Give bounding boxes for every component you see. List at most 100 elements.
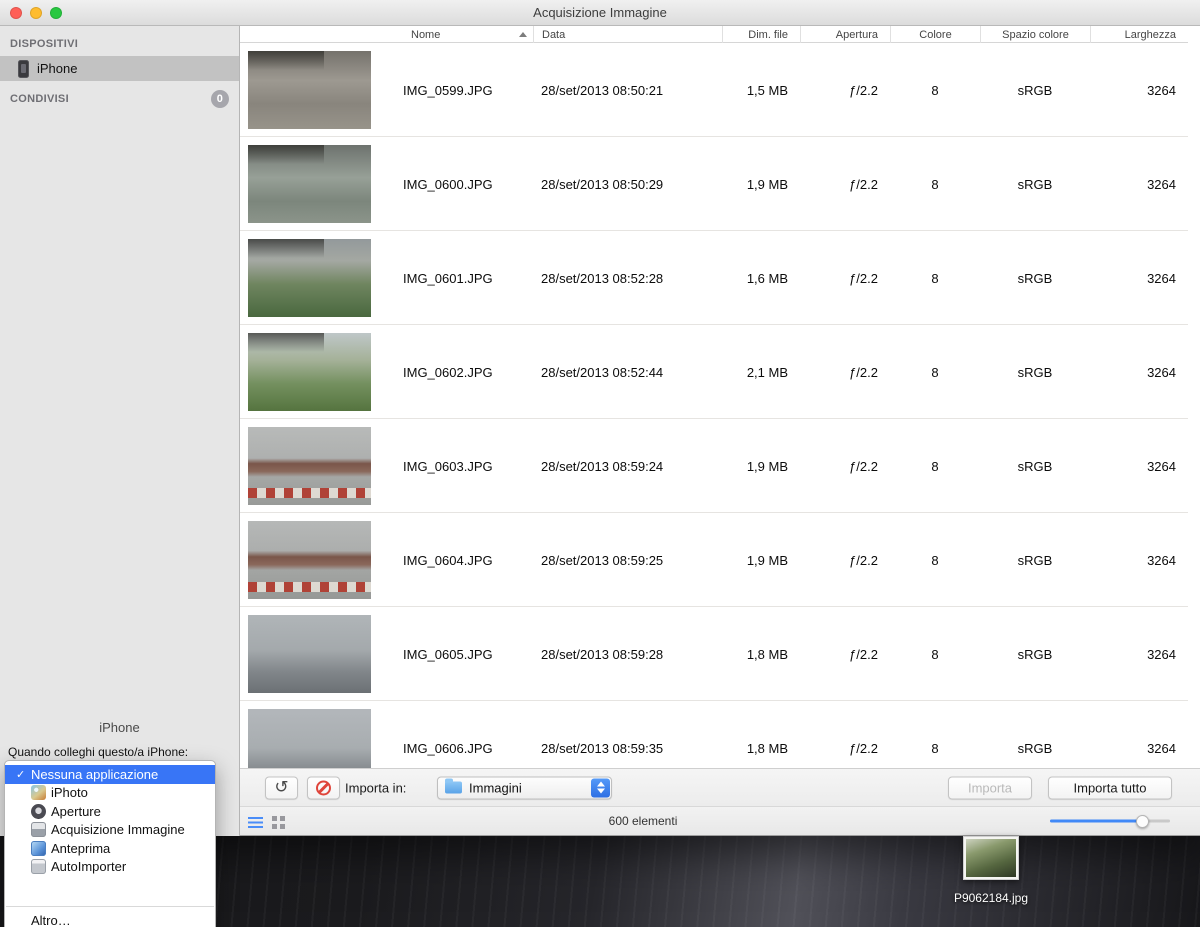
column-header-apertura[interactable]: Apertura	[800, 26, 890, 43]
thumbnail-size-slider[interactable]	[1050, 820, 1170, 823]
cell-aperture: ƒ/2.2	[800, 741, 890, 756]
devices-section-header: DISPOSITIVI	[0, 26, 239, 56]
import-button[interactable]: Importa	[948, 776, 1032, 799]
photo-thumbnail[interactable]	[248, 145, 371, 223]
thumbnail-cell	[240, 231, 403, 325]
cell-name: IMG_0604.JPG	[403, 553, 533, 568]
thumbnail-cell	[240, 43, 403, 137]
cell-size: 1,9 MB	[722, 459, 800, 474]
connect-action-label: Quando colleghi questo/a iPhone:	[0, 745, 239, 759]
cell-aperture: ƒ/2.2	[800, 459, 890, 474]
photo-list: IMG_0599.JPG28/set/2013 08:50:211,5 MBƒ/…	[240, 43, 1188, 768]
zoom-button[interactable]	[50, 7, 62, 19]
menu-item-altro[interactable]: Altro…	[5, 911, 215, 927]
table-row[interactable]: IMG_0606.JPG28/set/2013 08:59:351,8 MBƒ/…	[240, 701, 1188, 768]
autoimporter-icon	[31, 859, 46, 874]
iphone-icon	[18, 60, 29, 78]
cell-name: IMG_0603.JPG	[403, 459, 533, 474]
column-header-colore[interactable]: Colore	[890, 26, 980, 43]
cell-space: sRGB	[980, 741, 1090, 756]
column-label: Dim. file	[748, 29, 788, 41]
table-row[interactable]: IMG_0602.JPG28/set/2013 08:52:442,1 MBƒ/…	[240, 325, 1188, 419]
photo-thumbnail[interactable]	[248, 427, 371, 505]
column-header-dim-file[interactable]: Dim. file	[722, 26, 800, 43]
photo-thumbnail[interactable]	[248, 51, 371, 129]
photo-thumbnail[interactable]	[248, 239, 371, 317]
cell-size: 1,8 MB	[722, 741, 800, 756]
menu-item-acquisizione-immagine[interactable]: Acquisizione Immagine	[5, 821, 215, 840]
thumbnail-cell	[240, 137, 403, 231]
destination-label: Immagini	[469, 780, 522, 795]
item-count: 600 elementi	[609, 814, 678, 828]
cell-aperture: ƒ/2.2	[800, 365, 890, 380]
photo-thumbnail[interactable]	[248, 709, 371, 768]
sidebar-item-iphone[interactable]: iPhone	[0, 56, 239, 81]
cell-space: sRGB	[980, 177, 1090, 192]
slider-fill	[1050, 820, 1140, 823]
close-button[interactable]	[10, 7, 22, 19]
delete-button[interactable]	[307, 776, 340, 799]
aperture-icon	[31, 804, 46, 819]
table-row[interactable]: IMG_0601.JPG28/set/2013 08:52:281,6 MBƒ/…	[240, 231, 1188, 325]
photo-thumbnail[interactable]	[248, 615, 371, 693]
menu-item-anteprima[interactable]: Anteprima	[5, 839, 215, 858]
rotate-icon: ↺	[274, 778, 288, 798]
column-header-larghezza[interactable]: Larghezza	[1090, 26, 1188, 43]
column-label: Data	[542, 29, 565, 41]
cell-size: 1,5 MB	[722, 83, 800, 98]
shared-section-header: CONDIVISI 0	[0, 81, 239, 111]
bottom-toolbar: ↺ Importa in: Immagini Importa Importa t…	[240, 768, 1200, 806]
slider-knob[interactable]	[1136, 815, 1149, 828]
grid-view-icon[interactable]	[272, 816, 277, 821]
import-destination-dropdown[interactable]: Immagini	[437, 776, 612, 799]
folder-icon	[445, 782, 462, 794]
menu-item-label: Aperture	[51, 804, 101, 819]
list-view-icon[interactable]	[248, 817, 263, 828]
photo-thumbnail[interactable]	[248, 333, 371, 411]
menu-item-label: Anteprima	[51, 841, 110, 856]
import-in-label: Importa in:	[345, 780, 406, 795]
column-header-data[interactable]: Data	[533, 26, 722, 43]
cell-date: 28/set/2013 08:52:44	[533, 365, 722, 380]
table-row[interactable]: IMG_0605.JPG28/set/2013 08:59:281,8 MBƒ/…	[240, 607, 1188, 701]
airplane-wing-shape	[248, 51, 324, 70]
column-header-spazio-colore[interactable]: Spazio colore	[980, 26, 1090, 43]
table-row[interactable]: IMG_0600.JPG28/set/2013 08:50:291,9 MBƒ/…	[240, 137, 1188, 231]
menu-item-iphoto[interactable]: iPhoto	[5, 784, 215, 803]
cell-date: 28/set/2013 08:59:24	[533, 459, 722, 474]
cell-date: 28/set/2013 08:52:28	[533, 271, 722, 286]
image-capture-window: Acquisizione Immagine DISPOSITIVI iPhone…	[0, 0, 1200, 836]
import-all-button[interactable]: Importa tutto	[1048, 776, 1172, 799]
table-row[interactable]: IMG_0599.JPG28/set/2013 08:50:211,5 MBƒ/…	[240, 43, 1188, 137]
thumbnail-cell	[240, 701, 403, 768]
cell-width: 3264	[1090, 177, 1188, 192]
cell-date: 28/set/2013 08:59:35	[533, 741, 722, 756]
cell-aperture: ƒ/2.2	[800, 83, 890, 98]
menu-item-nessuna-applicazione[interactable]: ✓Nessuna applicazione	[5, 765, 215, 784]
photo-thumbnail[interactable]	[248, 521, 371, 599]
cell-name: IMG_0606.JPG	[403, 741, 533, 756]
table-header[interactable]: Nome Data Dim. file AperturaColore Spazio co…	[240, 26, 1188, 43]
desktop-photo-file[interactable]	[963, 836, 1019, 880]
titlebar[interactable]: Acquisizione Immagine	[0, 0, 1200, 26]
minimize-button[interactable]	[30, 7, 42, 19]
table-row[interactable]: IMG_0604.JPG28/set/2013 08:59:251,9 MBƒ/…	[240, 513, 1188, 607]
cell-space: sRGB	[980, 647, 1090, 662]
menu-item-autoimporter[interactable]: AutoImporter	[5, 858, 215, 877]
cell-size: 1,9 MB	[722, 177, 800, 192]
cell-size: 2,1 MB	[722, 365, 800, 380]
column-label: Spazio colore	[1002, 29, 1069, 41]
table-row[interactable]: IMG_0603.JPG28/set/2013 08:59:241,9 MBƒ/…	[240, 419, 1188, 513]
column-header-nome[interactable]: Nome	[403, 26, 533, 43]
cell-color: 8	[890, 365, 980, 380]
airplane-wing-shape	[248, 239, 324, 258]
header-thumb-spacer	[240, 26, 403, 43]
cell-color: 8	[890, 177, 980, 192]
rotate-button[interactable]: ↺	[265, 776, 298, 799]
cell-width: 3264	[1090, 741, 1188, 756]
column-label: Larghezza	[1125, 29, 1176, 41]
dropdown-stepper-icon[interactable]	[591, 778, 610, 797]
menu-item-aperture[interactable]: Aperture	[5, 802, 215, 821]
cell-name: IMG_0605.JPG	[403, 647, 533, 662]
image-capture-icon	[31, 822, 46, 837]
